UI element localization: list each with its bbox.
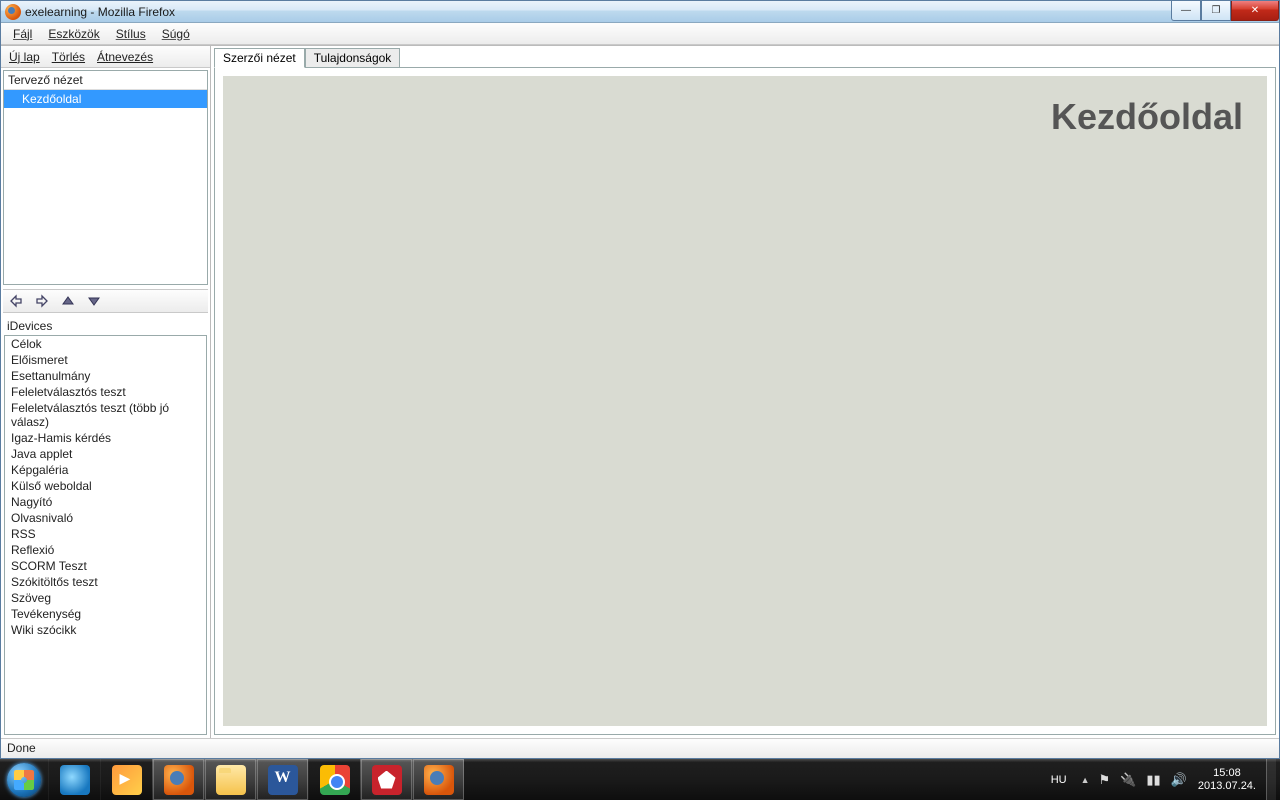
taskbar: HU ▲ ⚑ 🔌 ▮▮ 🔊 15:08 2013.07.24.	[0, 759, 1280, 800]
idevice-item[interactable]: SCORM Teszt	[5, 558, 206, 574]
close-button[interactable]: ✕	[1231, 1, 1279, 21]
idevice-item[interactable]: Feleletválasztós teszt	[5, 384, 206, 400]
window-title: exelearning - Mozilla Firefox	[25, 5, 175, 19]
taskbar-explorer[interactable]	[204, 759, 256, 800]
idevice-item[interactable]: Feleletválasztós teszt (több jó válasz)	[5, 400, 206, 430]
idevice-item[interactable]: Nagyító	[5, 494, 206, 510]
idevices-list: CélokElőismeretEsettanulmányFeleletválas…	[4, 335, 207, 735]
demote-arrow-icon[interactable]	[35, 294, 49, 308]
maximize-button[interactable]: ❐	[1201, 1, 1231, 21]
volume-icon[interactable]: 🔊	[1166, 772, 1192, 788]
firefox-icon	[424, 765, 454, 795]
firefox-icon	[5, 4, 21, 20]
idevice-item[interactable]: Szókitöltős teszt	[5, 574, 206, 590]
main-area: Szerzői nézet Tulajdonságok Kezdőoldal	[211, 46, 1279, 738]
taskbar-word[interactable]	[256, 759, 308, 800]
outline-header: Tervező nézet	[4, 71, 207, 90]
idevice-item[interactable]: Képgaléria	[5, 462, 206, 478]
taskbar-acrobat[interactable]	[360, 759, 412, 800]
idevice-item[interactable]: Olvasnivaló	[5, 510, 206, 526]
outline-panel: Tervező nézet Kezdőoldal	[3, 70, 208, 285]
idevice-item[interactable]: Előismeret	[5, 352, 206, 368]
content-pane: Kezdőoldal	[214, 68, 1276, 735]
idevice-item[interactable]: Igaz-Hamis kérdés	[5, 430, 206, 446]
idevice-item[interactable]: Java applet	[5, 446, 206, 462]
word-icon	[268, 765, 298, 795]
move-down-icon[interactable]	[87, 294, 101, 308]
idevice-item[interactable]: RSS	[5, 526, 206, 542]
move-up-icon[interactable]	[61, 294, 75, 308]
idevice-item[interactable]: Külső weboldal	[5, 478, 206, 494]
idevice-item[interactable]: Esettanulmány	[5, 368, 206, 384]
page-actions: Új lap Törlés Átnevezés	[1, 46, 210, 68]
window-controls: — ❐ ✕	[1171, 1, 1279, 22]
taskbar-firefox-2[interactable]	[412, 759, 464, 800]
rename-page-button[interactable]: Átnevezés	[91, 48, 159, 66]
taskbar-ie[interactable]	[48, 759, 100, 800]
tab-authoring[interactable]: Szerzői nézet	[214, 48, 305, 68]
idevices-label: iDevices	[1, 315, 210, 335]
idevice-item[interactable]: Célok	[5, 336, 206, 352]
firefox-icon	[164, 765, 194, 795]
new-page-button[interactable]: Új lap	[3, 48, 46, 66]
system-tray: HU ▲ ⚑ 🔌 ▮▮ 🔊 15:08 2013.07.24.	[1041, 759, 1280, 800]
chrome-icon	[320, 765, 350, 795]
mediaplayer-icon	[112, 765, 142, 795]
titlebar[interactable]: exelearning - Mozilla Firefox — ❐ ✕	[1, 1, 1279, 23]
promote-arrow-icon[interactable]	[9, 294, 23, 308]
menu-tools[interactable]: Eszközök	[40, 25, 107, 43]
tray-overflow-icon[interactable]: ▲	[1077, 775, 1094, 785]
sidebar: Új lap Törlés Átnevezés Tervező nézet Ke…	[1, 46, 211, 738]
start-button[interactable]	[0, 759, 48, 800]
show-desktop-button[interactable]	[1266, 759, 1276, 800]
taskbar-chrome[interactable]	[308, 759, 360, 800]
clock-date: 2013.07.24.	[1198, 780, 1256, 793]
clock-time: 15:08	[1198, 767, 1256, 780]
ie-icon	[60, 765, 90, 795]
menu-help[interactable]: Súgó	[154, 25, 198, 43]
app-window: exelearning - Mozilla Firefox — ❐ ✕ Fájl…	[0, 0, 1280, 759]
taskbar-firefox-1[interactable]	[152, 759, 204, 800]
tab-properties[interactable]: Tulajdonságok	[305, 48, 401, 67]
windows-logo-icon	[7, 763, 41, 797]
menu-file[interactable]: Fájl	[5, 25, 40, 43]
idevice-item[interactable]: Wiki szócikk	[5, 622, 206, 638]
idevice-item[interactable]: Tevékenység	[5, 606, 206, 622]
app-body: Új lap Törlés Átnevezés Tervező nézet Ke…	[1, 45, 1279, 738]
idevice-item[interactable]: Reflexió	[5, 542, 206, 558]
outline-nav-arrows	[3, 289, 208, 313]
idevice-item[interactable]: Szöveg	[5, 590, 206, 606]
menubar: Fájl Eszközök Stílus Súgó	[1, 23, 1279, 45]
delete-page-button[interactable]: Törlés	[46, 48, 91, 66]
taskbar-mediaplayer[interactable]	[100, 759, 152, 800]
statusbar: Done	[1, 738, 1279, 758]
page-title: Kezdőoldal	[1051, 96, 1243, 138]
menu-style[interactable]: Stílus	[108, 25, 154, 43]
language-indicator[interactable]: HU	[1041, 774, 1077, 786]
page-canvas[interactable]: Kezdőoldal	[223, 76, 1267, 726]
acrobat-icon	[372, 765, 402, 795]
outline-item-home[interactable]: Kezdőoldal	[4, 90, 207, 108]
network-icon[interactable]: ▮▮	[1141, 772, 1165, 788]
clock[interactable]: 15:08 2013.07.24.	[1192, 767, 1262, 793]
folder-icon	[216, 765, 246, 795]
tabs: Szerzői nézet Tulajdonságok	[214, 48, 1276, 68]
flag-icon[interactable]: ⚑	[1094, 772, 1116, 788]
minimize-button[interactable]: —	[1171, 1, 1201, 21]
power-icon[interactable]: 🔌	[1115, 772, 1141, 788]
taskbar-apps	[48, 759, 464, 800]
